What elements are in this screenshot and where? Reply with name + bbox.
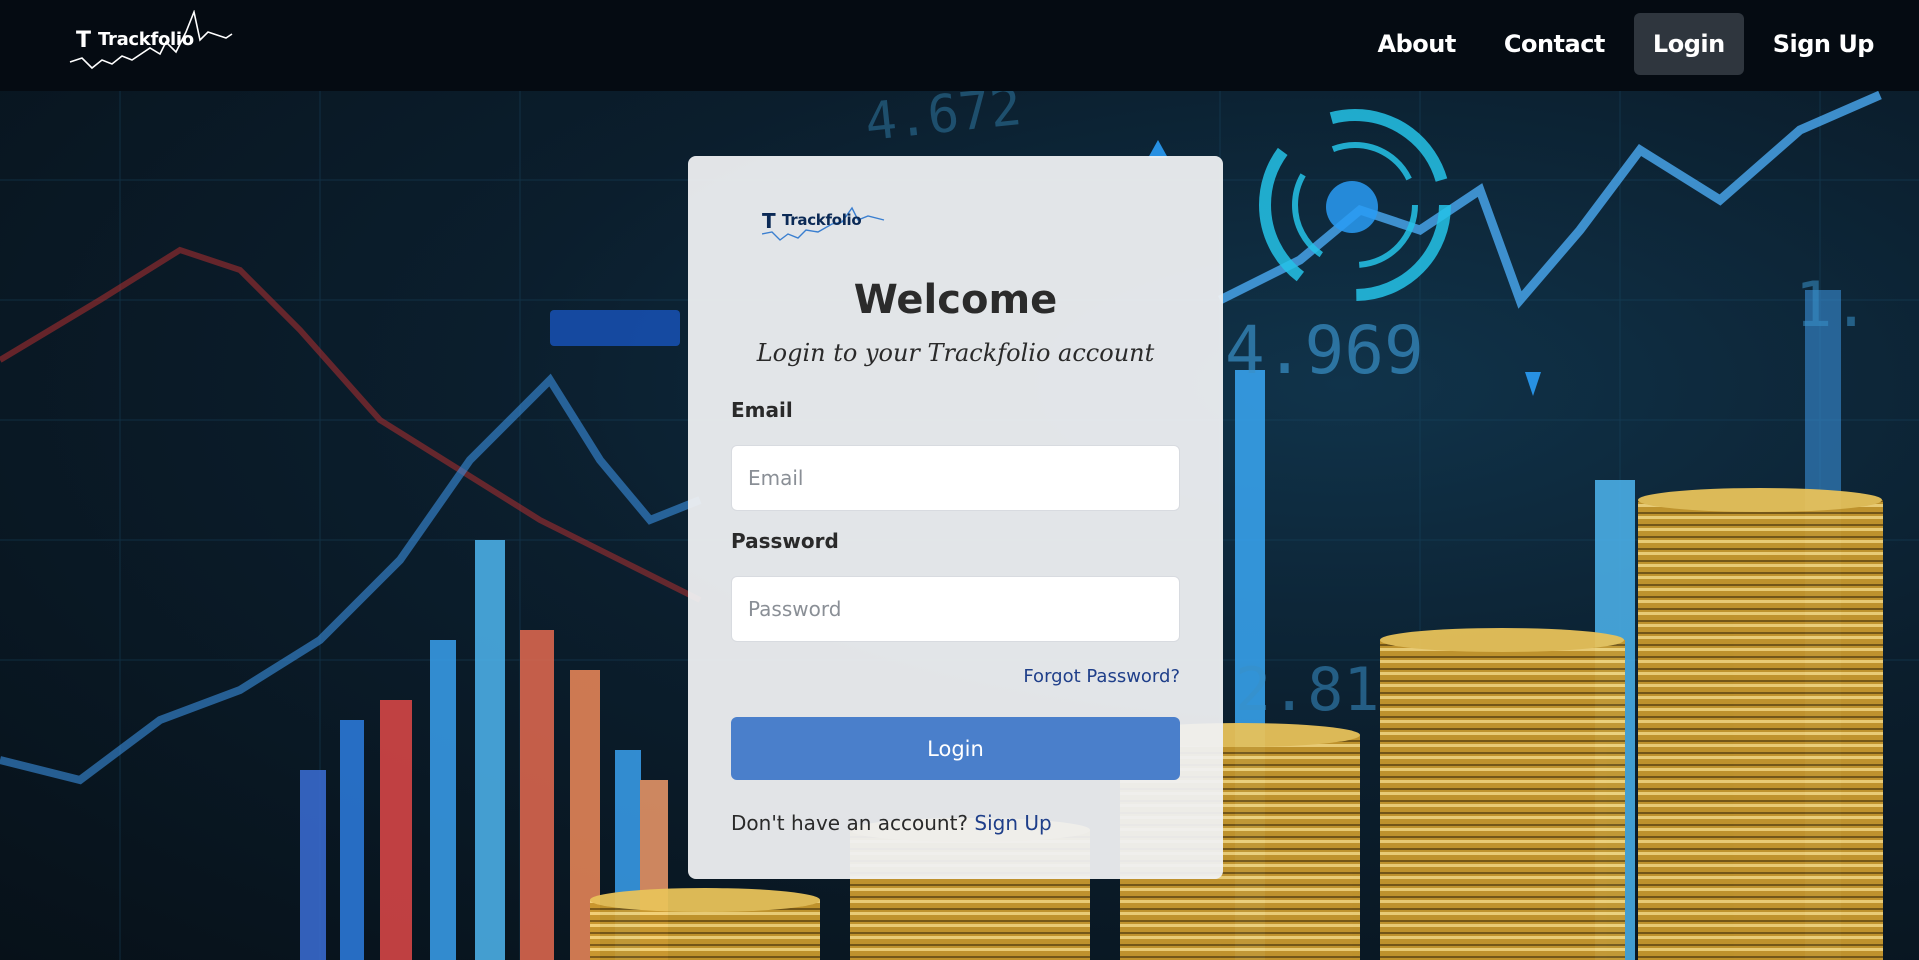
signup-prompt-text: Don't have an account? [731, 811, 969, 835]
signup-link[interactable]: Sign Up [974, 811, 1051, 835]
email-label: Email [731, 398, 793, 422]
login-subtitle: Login to your Trackfolio account [756, 339, 1155, 367]
card-logo: T Trackfolio [762, 194, 897, 250]
login-button[interactable]: Login [731, 717, 1180, 780]
brand-name: Trackfolio [98, 29, 194, 50]
card-logo-mark: T [762, 209, 776, 233]
nav-login-link[interactable]: Login [1633, 13, 1744, 75]
card-logo-name: Trackfolio [782, 211, 862, 229]
nav-contact-link[interactable]: Contact [1485, 13, 1624, 75]
password-field[interactable] [731, 576, 1180, 642]
background-number: 4.969 [1225, 312, 1424, 389]
welcome-heading: Welcome [853, 277, 1058, 323]
password-label: Password [731, 529, 839, 553]
navbar: T Trackfolio About Contact Login Sign Up [0, 0, 1919, 91]
forgot-password-link[interactable]: Forgot Password? [1023, 666, 1180, 687]
signup-prompt-line: Don't have an account? Sign Up [731, 811, 1052, 835]
brand-logo[interactable]: T Trackfolio [68, 10, 238, 74]
nav-links: About Contact Login Sign Up [1359, 13, 1893, 75]
background-number: 1. [1795, 268, 1870, 341]
nav-about-link[interactable]: About [1359, 13, 1475, 75]
nav-signup-link[interactable]: Sign Up [1754, 13, 1893, 75]
brand-mark: T [76, 28, 92, 53]
background-number: 2.81 [1235, 655, 1380, 725]
email-field[interactable] [731, 445, 1180, 511]
login-card: T Trackfolio Welcome Login to your Track… [688, 156, 1223, 879]
